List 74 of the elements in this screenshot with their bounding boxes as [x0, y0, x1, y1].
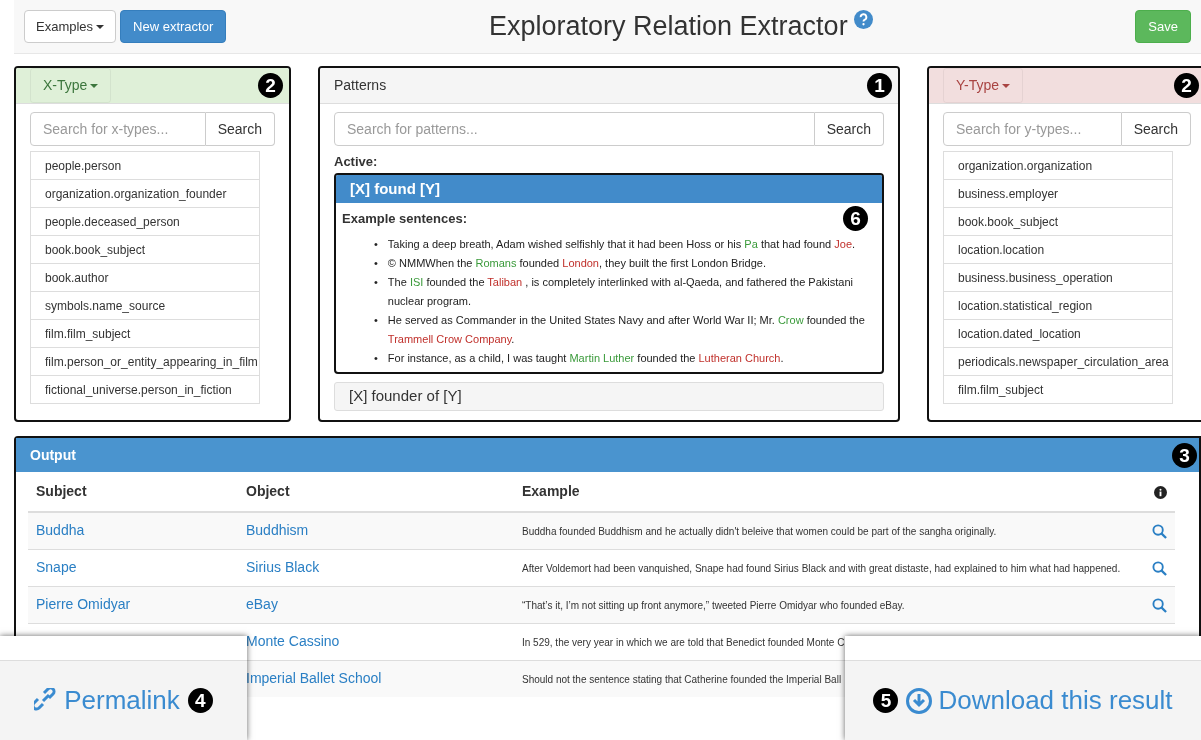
type-list-item[interactable]: film.person_or_entity_appearing_in_film: [30, 347, 260, 376]
type-dropdown[interactable]: Y-Type: [943, 68, 1024, 103]
number-marker: 2: [258, 73, 283, 98]
panel-title: Patterns: [334, 76, 387, 95]
bullet: •: [374, 275, 378, 290]
search-field[interactable]: Search for patterns...: [334, 112, 815, 146]
type-dropdown[interactable]: X-Type: [30, 68, 112, 103]
example-text: “That’s it, I’m not sitting up front anymore,” tweeted Pierre Omidyar who founded eBay.: [522, 599, 905, 611]
search-button[interactable]: Search: [205, 112, 275, 146]
examples-dropdown[interactable]: Examples: [24, 9, 117, 44]
type-list-item[interactable]: location.location: [943, 235, 1173, 264]
type-list-item[interactable]: periodicals.newspaper_circulation_area: [943, 347, 1173, 376]
type-list-item[interactable]: organization.organization_founder: [30, 179, 260, 208]
type-list-item[interactable]: fictional_universe.person_in_fiction: [30, 375, 260, 404]
pattern-item[interactable]: [X] founder of [Y]: [334, 382, 884, 411]
search-icon[interactable]: [1152, 597, 1167, 613]
search-button[interactable]: Search: [814, 112, 884, 146]
search-icon[interactable]: [1152, 560, 1167, 576]
section-heading: Example sentences:: [342, 209, 467, 228]
object-link[interactable]: Sirius Black: [246, 559, 320, 575]
download-icon: [906, 687, 933, 714]
type-list-item[interactable]: book.author: [30, 263, 260, 292]
type-list-item[interactable]: location.dated_location: [943, 319, 1173, 348]
type-list-item[interactable]: business.business_operation: [943, 263, 1173, 292]
type-list-item[interactable]: film.film_subject: [943, 375, 1173, 404]
help-icon[interactable]: [853, 10, 873, 29]
bullet: •: [374, 256, 378, 271]
bullet: •: [374, 313, 378, 328]
subject-link[interactable]: Buddha: [36, 522, 85, 539]
bullet: •: [374, 351, 378, 366]
search-icon[interactable]: [1152, 524, 1167, 540]
subject-link[interactable]: Pierre Omidyar: [36, 596, 131, 612]
example-text: In 529, the very year in which we are told that Benedict founded Monte C: [522, 636, 845, 648]
example-text: Should not the sentence stating that Catherine founded the Imperial Ball: [522, 674, 842, 685]
number-marker: 2: [1174, 73, 1199, 98]
search-field[interactable]: Search for y-types...: [943, 112, 1122, 146]
page-title: Exploratory Relation Extractor: [489, 10, 848, 44]
type-list-item[interactable]: location.statistical_region: [943, 291, 1173, 320]
example-sentence: For instance, as a child, I was taught Martin Luther founded the Lutheran Church.: [387, 351, 784, 366]
type-list-item[interactable]: business.employer: [943, 179, 1173, 208]
section-label: Active:: [334, 153, 378, 171]
number-marker: 5: [873, 688, 899, 713]
column-header: Object: [246, 483, 290, 499]
column-header: Subject: [36, 483, 87, 499]
type-list-item[interactable]: people.person: [30, 151, 260, 180]
number-marker: 3: [1172, 442, 1197, 468]
subject-link[interactable]: Snape: [36, 559, 77, 575]
object-link[interactable]: Buddhism: [246, 522, 309, 539]
example-text: After Voldemort had been vanquished, Snape had found Sirius Black and with great distaste, had explained to him what had happened.: [522, 562, 1121, 574]
type-list-item[interactable]: book.book_subject: [943, 207, 1173, 236]
object-link[interactable]: Monte Cassino: [246, 633, 340, 649]
object-link[interactable]: eBay: [246, 596, 278, 612]
search-button[interactable]: Search: [1121, 112, 1191, 146]
bullet: •: [374, 237, 378, 252]
panel-title: Output: [30, 445, 76, 465]
pattern-card[interactable]: [X] found [Y] Example sentences: 6 • Taking a deep breath, Adam wished selfishly that it had been Hoss or his Pa that had found Joe. • © NMMWhen the Romans founded London, they built the first London Bridge. • The ISI founded the Taliban , is completely interlinked with al-Qaeda, and fathered the Pakistani nuclear program. • He served as Commander in the United States Navy and after World War II; Mr. Crow founded the Trammell Crow Company. • For instance, as a child, I was taught Martin Luther founded the Lutheran Church.: [334, 172, 884, 374]
example-text: Buddha founded Buddhism and he actually didn't beleive that women could be part of the sangha originally.: [522, 526, 997, 537]
example-sentence: He served as Commander in the United States Navy and after World War II; Mr. Crow founded the Trammell Crow Company.: [387, 313, 866, 347]
number-marker: 4: [187, 688, 213, 713]
info-icon: [1154, 485, 1167, 499]
type-list-item[interactable]: people.deceased_person: [30, 207, 260, 236]
type-list-item[interactable]: symbols.name_source: [30, 291, 260, 320]
type-list-item[interactable]: organization.organization: [943, 151, 1173, 180]
column-header: Example: [522, 483, 580, 499]
number-marker: 6: [843, 206, 868, 231]
example-sentence: The ISI founded the Taliban , is completely interlinked with al-Qaeda, and fathered the Pakistani nuclear program.: [387, 275, 854, 309]
type-list-item[interactable]: book.book_subject: [30, 235, 260, 264]
number-marker: 1: [867, 73, 892, 98]
search-field[interactable]: Search for x-types...: [30, 112, 206, 146]
link-icon: [34, 687, 59, 714]
example-sentence: Taking a deep breath, Adam wished selfishly that it had been Hoss or his Pa that had found Joe.: [387, 237, 856, 252]
example-sentence: © NMMWhen the Romans founded London, they built the first London Bridge.: [387, 256, 766, 271]
type-list-item[interactable]: film.film_subject: [30, 319, 260, 348]
new-extractor-button[interactable]: New extractor: [120, 9, 227, 44]
